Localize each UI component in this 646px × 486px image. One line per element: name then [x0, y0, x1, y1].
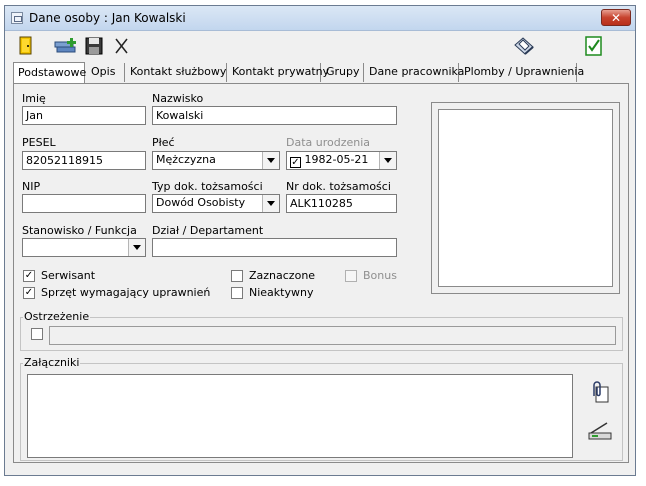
toolbar	[5, 31, 635, 61]
sprzet-checkbox[interactable]: ✓	[23, 287, 35, 299]
photo-frame	[431, 102, 620, 294]
sprzet-label: Sprzęt wymagający uprawnień	[41, 286, 211, 299]
close-button[interactable]: ✕	[601, 9, 631, 26]
warning-group: Ostrzeżenie	[20, 310, 623, 351]
tab-kontakt-sluzbowy[interactable]: Kontakt służbowy	[126, 63, 227, 82]
photo-area[interactable]	[438, 109, 613, 287]
position-select[interactable]	[22, 238, 146, 257]
exit-door-icon[interactable]	[15, 35, 37, 57]
tab-grupy[interactable]: Grupy	[322, 63, 364, 82]
chevron-down-icon[interactable]	[262, 152, 279, 169]
tab-dane-pracownika[interactable]: Dane pracownika	[365, 63, 464, 82]
scanner-icon[interactable]	[587, 419, 613, 443]
nieaktywny-checkbox[interactable]	[231, 287, 243, 299]
tab-opis[interactable]: Opis	[87, 63, 125, 82]
gender-label: Płeć	[152, 136, 175, 149]
id-number-label: Nr dok. tożsamości	[286, 180, 391, 193]
tab-kontakt-prywatny[interactable]: Kontakt prywatny	[228, 63, 329, 82]
id-type-label: Typ dok. tożsamości	[152, 180, 263, 193]
attachments-group-title: Załączniki	[23, 356, 81, 369]
zaznaczone-checkbox[interactable]	[231, 270, 243, 282]
warning-input	[49, 326, 616, 345]
department-label: Dział / Departament	[152, 224, 264, 237]
gender-value: Mężczyzna	[156, 153, 216, 166]
serwisant-label: Serwisant	[41, 269, 96, 282]
attachments-list[interactable]	[27, 374, 573, 458]
save-icon[interactable]	[83, 35, 105, 57]
chevron-down-icon[interactable]	[262, 195, 279, 212]
pesel-label: PESEL	[22, 136, 56, 149]
last-name-input[interactable]: Kowalski	[152, 106, 397, 125]
zaznaczone-label: Zaznaczone	[249, 269, 316, 282]
id-number-input[interactable]: ALK110285	[286, 194, 397, 213]
tab-podstawowe[interactable]: Podstawowe	[13, 62, 86, 83]
first-name-label: Imię	[22, 92, 46, 105]
chevron-down-icon[interactable]	[128, 239, 145, 256]
position-label: Stanowisko / Funkcja	[22, 224, 137, 237]
department-input[interactable]	[152, 238, 397, 257]
tab-panel-podstawowe: Imię Jan Nazwisko Kowalski PESEL 8205211…	[13, 83, 629, 463]
app-icon	[11, 12, 23, 24]
bonus-label: Bonus	[363, 269, 397, 282]
birth-date-picker[interactable]: ✓ 1982-05-21	[286, 151, 397, 170]
serwisant-checkbox[interactable]: ✓	[23, 270, 35, 282]
birth-date-label: Data urodzenia	[286, 136, 371, 149]
nieaktywny-label: Nieaktywny	[249, 286, 314, 299]
birth-date-value: 1982-05-21	[304, 153, 369, 166]
chevron-down-icon[interactable]	[379, 152, 396, 169]
nip-label: NIP	[22, 180, 41, 193]
id-type-value: Dowód Osobisty	[156, 196, 246, 209]
birth-date-checkbox[interactable]: ✓	[290, 157, 301, 168]
warning-group-title: Ostrzeżenie	[23, 310, 91, 323]
first-name-input[interactable]: Jan	[22, 106, 146, 125]
pesel-input[interactable]: 82052118915	[22, 151, 146, 170]
approve-check-icon[interactable]	[583, 35, 605, 57]
attachments-group: Załączniki	[20, 356, 623, 461]
last-name-label: Nazwisko	[152, 92, 204, 105]
cancel-scissors-icon[interactable]	[111, 35, 133, 57]
id-type-select[interactable]: Dowód Osobisty	[152, 194, 280, 213]
add-record-icon[interactable]	[53, 35, 79, 57]
warning-checkbox[interactable]	[31, 328, 43, 340]
tab-strip: Podstawowe Opis Kontakt służbowy Kontakt…	[13, 62, 629, 83]
bonus-checkbox	[345, 270, 357, 282]
dialog-window: Dane osoby : Jan Kowalski ✕ Podstawowe O…	[4, 5, 636, 476]
print-icon[interactable]	[511, 35, 537, 57]
title-bar[interactable]: Dane osoby : Jan Kowalski ✕	[5, 6, 635, 31]
nip-input[interactable]	[22, 194, 146, 213]
gender-select[interactable]: Mężczyzna	[152, 151, 280, 170]
window-title: Dane osoby : Jan Kowalski	[29, 11, 186, 25]
tab-plomby-uprawnienia[interactable]: Plomby / Uprawnienia	[460, 63, 584, 82]
paperclip-icon[interactable]	[587, 380, 611, 404]
